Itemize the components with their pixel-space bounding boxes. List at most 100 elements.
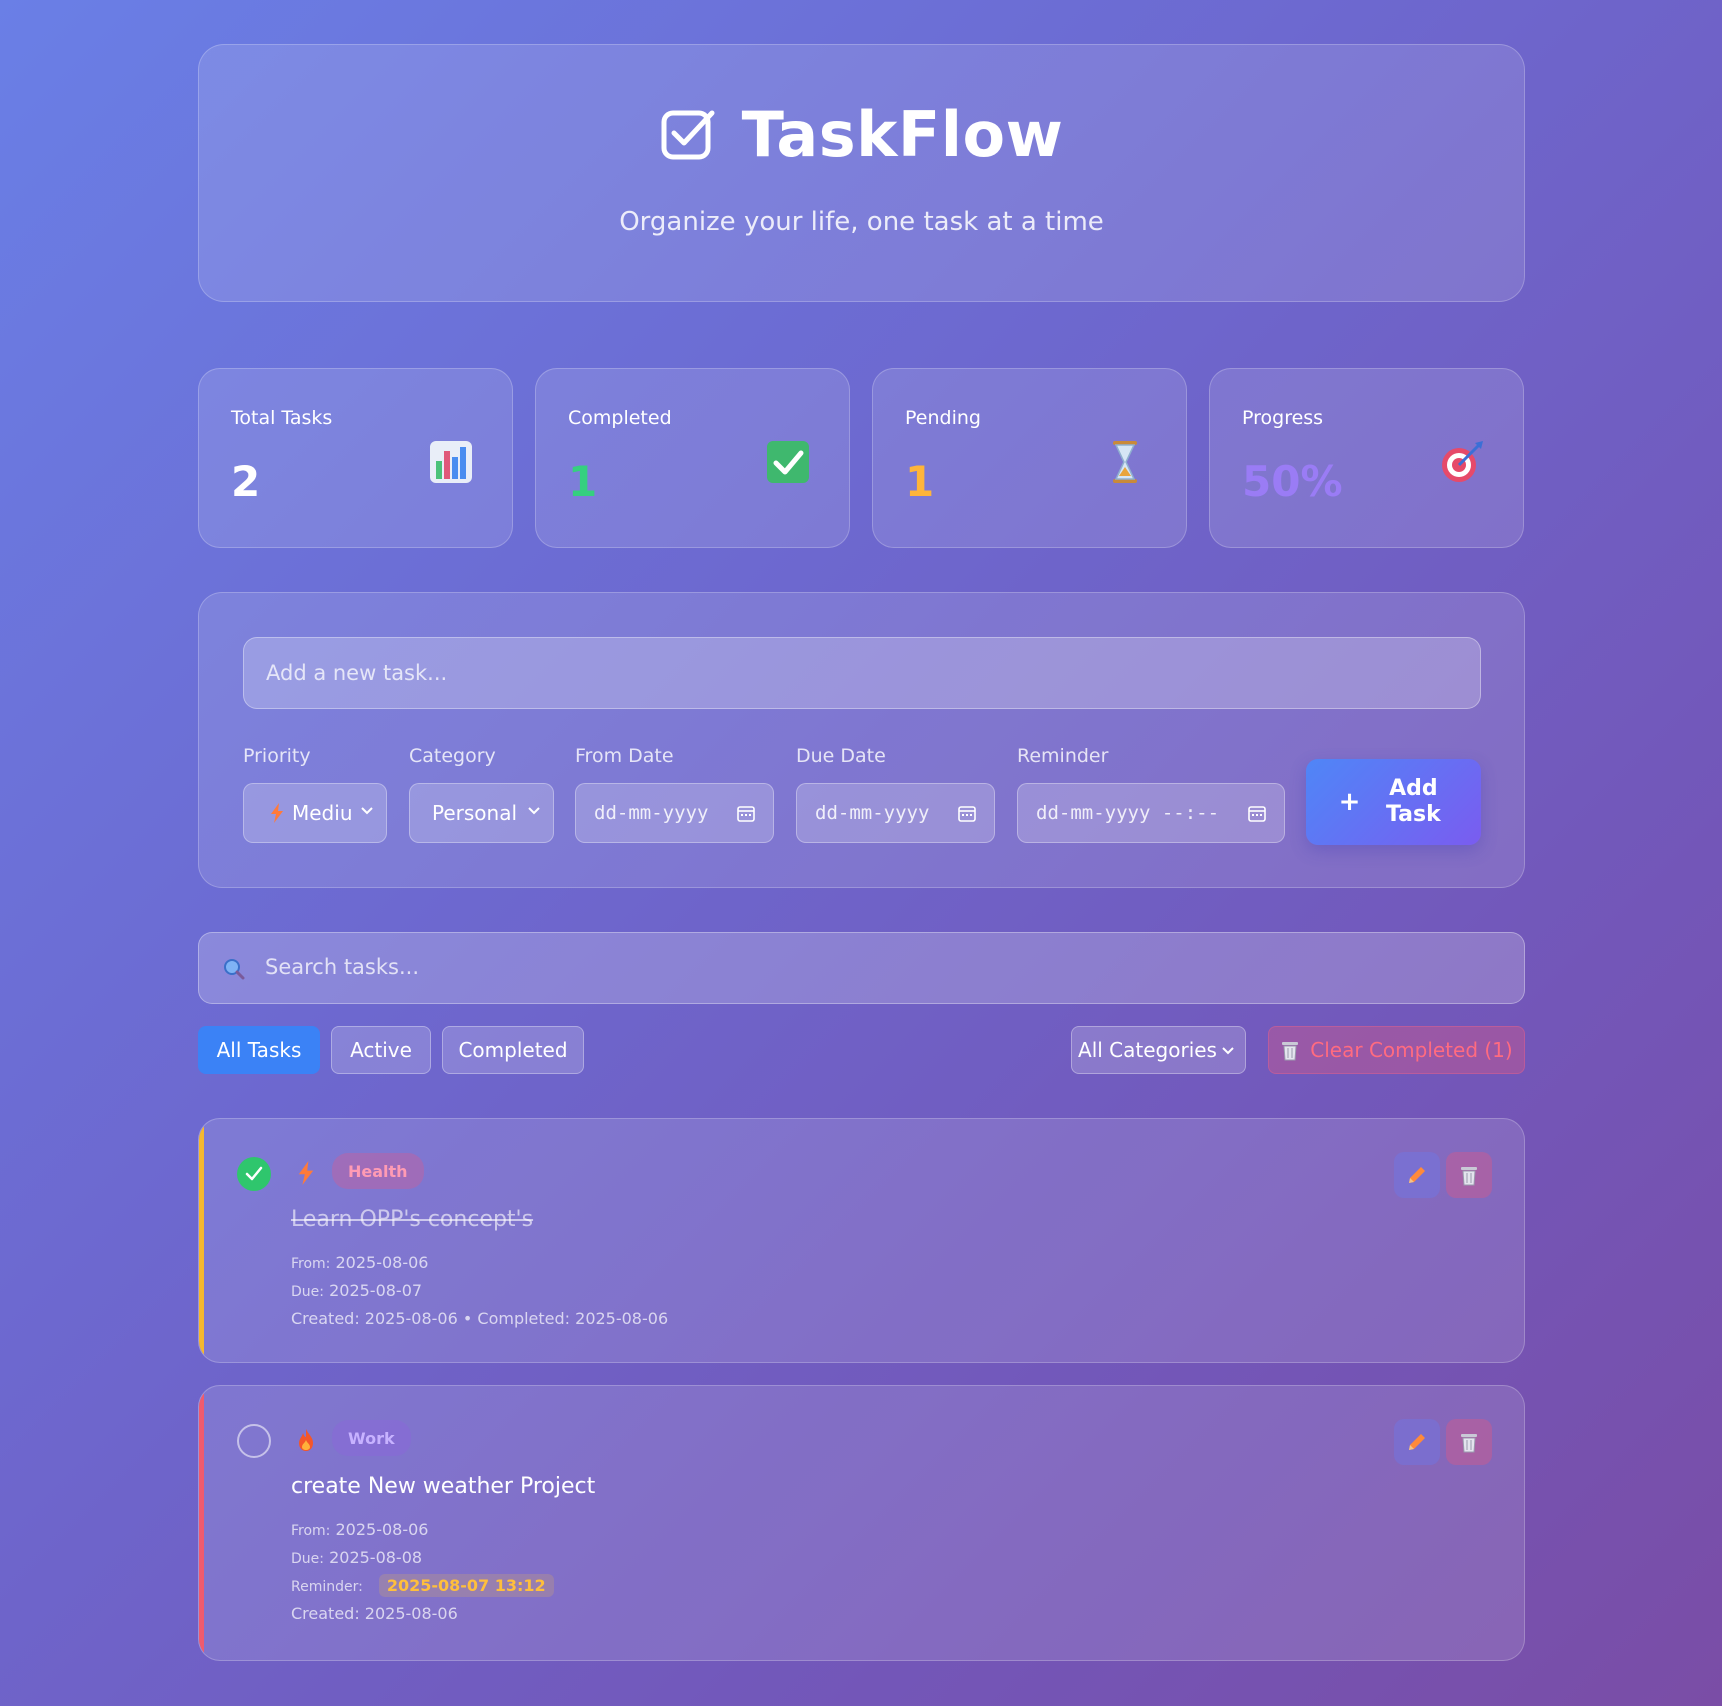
checkbox-logo-icon [661,110,715,160]
filter-completed-button[interactable]: Completed [442,1026,584,1074]
stat-label: Completed [568,407,672,429]
from-date-label: From Date [575,745,674,767]
from-date-input[interactable]: dd-mm-yyyy [575,783,774,843]
add-task-panel: Add a new task... Priority Mediu Categor… [198,592,1525,888]
from-value: 2025-08-06 [335,1253,429,1272]
checkmark-icon [245,1166,263,1181]
lightning-icon [298,1161,314,1185]
stat-label: Progress [1242,407,1324,429]
delete-task-button[interactable] [1446,1419,1492,1465]
clear-completed-button[interactable]: Clear Completed (1) [1268,1026,1525,1074]
due-date-label: Due Date [796,745,886,767]
chevron-down-icon [528,807,540,815]
stats-row: Total Tasks 2 Completed 1 Pending 1 Prog… [198,368,1525,548]
task-created: Created: 2025-08-06 • Completed: 2025-08… [291,1309,669,1328]
task-created: Created: 2025-08-06 [291,1604,458,1623]
reminder-badge: 2025-08-07 13:12 [378,1574,554,1597]
pencil-icon [1409,1167,1425,1183]
filter-all-button[interactable]: All Tasks [198,1026,320,1074]
check-box-icon [767,441,809,483]
stat-pending: Pending 1 [872,368,1187,548]
reminder-label: Reminder: [291,1579,363,1595]
filter-active-button[interactable]: Active [331,1026,431,1074]
task-due-date: Due: 2025-08-07 [291,1281,422,1300]
due-date-input[interactable]: dd-mm-yyyy [796,783,995,843]
priority-border [199,1119,204,1362]
trash-icon [1282,1042,1299,1061]
priority-border [199,1386,204,1660]
reminder-input[interactable]: dd-mm-yyyy --:-- [1017,783,1285,843]
filter-bar: All Tasks Active Completed All Categorie… [198,1026,1525,1074]
stat-progress: Progress 50% [1209,368,1524,548]
delete-task-button[interactable] [1446,1152,1492,1198]
new-task-input[interactable]: Add a new task... [243,637,1481,709]
chevron-down-icon [1222,1047,1234,1055]
edit-task-button[interactable] [1394,1152,1440,1198]
app-container: TaskFlow Organize your life, one task at… [198,44,1525,1661]
priority-value: Mediu [292,801,353,825]
due-label: Due: [291,1551,324,1567]
category-filter-value: All Categories [1078,1038,1217,1062]
task-card: Work create New weather Project From: 20… [198,1385,1525,1661]
task-title: create New weather Project [291,1474,596,1499]
calendar-icon[interactable] [1248,804,1266,822]
plus-icon: + [1338,787,1361,817]
task-complete-toggle[interactable] [237,1157,271,1191]
priority-label: Priority [243,745,311,767]
due-label: Due: [291,1284,324,1300]
hourglass-icon [1113,441,1137,483]
calendar-icon[interactable] [958,804,976,822]
brand: TaskFlow [660,98,1064,171]
app-subtitle: Organize your life, one task at a time [619,206,1104,237]
search-icon [224,959,245,980]
pencil-icon [1409,1434,1425,1450]
category-tag: Health [332,1153,424,1189]
stat-value: 1 [568,457,598,506]
app-header: TaskFlow Organize your life, one task at… [198,44,1525,302]
stat-total-tasks: Total Tasks 2 [198,368,513,548]
task-reminder: Reminder: 2025-08-07 13:12 [291,1574,554,1597]
bar-chart-icon [430,441,472,483]
due-value: 2025-08-07 [329,1281,423,1300]
priority-select[interactable]: Mediu [243,783,387,843]
stat-value: 50% [1242,457,1343,506]
task-from-date: From: 2025-08-06 [291,1520,428,1539]
task-due-date: Due: 2025-08-08 [291,1548,422,1567]
calendar-icon[interactable] [737,804,755,822]
search-input[interactable]: Search tasks... [265,955,419,979]
stat-label: Pending [905,407,981,429]
from-date-value: dd-mm-yyyy [594,802,709,824]
app-title: TaskFlow [741,97,1064,171]
reminder-value: dd-mm-yyyy --:-- [1036,802,1220,824]
edit-task-button[interactable] [1394,1419,1440,1465]
search-bar[interactable]: Search tasks... [198,932,1525,1004]
stat-completed: Completed 1 [535,368,850,548]
stat-label: Total Tasks [231,407,333,429]
task-complete-toggle[interactable] [237,1424,271,1458]
lightning-icon [271,803,283,823]
task-card: Health Learn OPP's concept's From: 2025-… [198,1118,1525,1363]
due-value: 2025-08-08 [329,1548,423,1567]
task-from-date: From: 2025-08-06 [291,1253,428,1272]
chevron-down-icon [361,807,373,815]
trash-icon [1461,1167,1477,1186]
stat-value: 2 [231,457,261,506]
fire-icon [299,1429,313,1451]
category-value: Personal [432,801,518,825]
from-label: From: [291,1256,331,1272]
category-filter-select[interactable]: All Categories [1071,1026,1246,1074]
add-task-button[interactable]: + Add Task [1306,759,1481,845]
reminder-label: Reminder [1017,745,1109,767]
trash-icon [1461,1434,1477,1453]
add-task-label: Add Task [1386,776,1441,827]
clear-completed-label: Clear Completed (1) [1310,1038,1513,1062]
from-label: From: [291,1523,331,1539]
from-value: 2025-08-06 [335,1520,429,1539]
category-tag: Work [332,1420,411,1456]
stat-value: 1 [905,457,935,506]
category-select[interactable]: Personal [409,783,554,843]
category-label: Category [409,745,496,767]
target-icon [1442,441,1483,482]
due-date-value: dd-mm-yyyy [815,802,930,824]
task-title: Learn OPP's concept's [291,1207,534,1232]
